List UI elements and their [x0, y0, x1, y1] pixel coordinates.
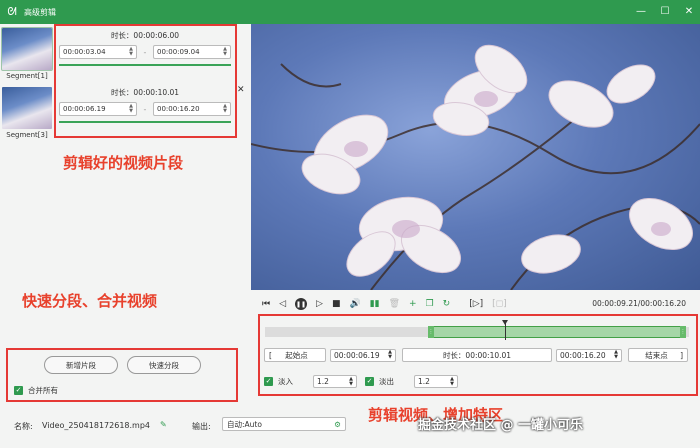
stop-icon[interactable]: ■ [332, 299, 341, 309]
flower-image [251, 44, 700, 290]
copy-icon[interactable]: ❐ [426, 299, 434, 309]
spinner-icon[interactable]: ▲ ▼ [349, 376, 353, 387]
segment-label: Segment[3] [6, 131, 48, 139]
fade-out-input[interactable]: 1.2 ▲ ▼ [414, 375, 458, 388]
video-preview[interactable] [251, 24, 700, 290]
skip-start-icon[interactable]: ⏮ [262, 299, 270, 309]
delete-icon[interactable]: 🗑 [389, 299, 400, 309]
close-icon[interactable]: ✕ [684, 7, 694, 17]
edit-icon[interactable]: ✎ [160, 420, 167, 429]
minimize-icon[interactable]: — [636, 7, 646, 17]
rabbit-icon: ᘛ [7, 5, 17, 18]
fade-in-input[interactable]: 1.2 ▲ ▼ [313, 375, 357, 388]
trim-duration: 时长：00:00:10.01 [402, 348, 552, 362]
end-point-button[interactable]: 结束点] [628, 348, 688, 362]
segment-label: Segment[1] [6, 72, 48, 80]
trim-end-handle[interactable]: ⋮ [680, 326, 686, 338]
add-icon[interactable]: + [409, 299, 417, 309]
fade-in-checkbox[interactable]: ✓ 淡入 [264, 376, 293, 387]
mark-out-icon[interactable]: [◻] [492, 299, 507, 309]
segment-item[interactable]: Segment[1] [1, 27, 53, 80]
check-icon: ✓ [14, 386, 23, 395]
name-label: 名称: [14, 422, 33, 431]
gear-icon[interactable]: ⚙ [334, 420, 341, 429]
volume-icon[interactable]: 🔊 [349, 299, 360, 309]
segment-thumbnail [2, 87, 52, 129]
trim-row: [起始点 00:00:06.19 ▲ ▼ 时长：00:00:10.01 00:00:… [264, 348, 688, 362]
window-controls: — ☐ ✕ [636, 0, 694, 24]
pause-icon[interactable]: ❚❚ [295, 298, 308, 310]
segment-list: Segment[1] Segment[3] [0, 24, 55, 144]
maximize-icon[interactable]: ☐ [660, 7, 670, 17]
annotation-text: 剪辑好的视频片段 [63, 154, 184, 172]
start-point-button[interactable]: [起始点 [264, 348, 326, 362]
add-segment-button[interactable]: 新增片段 [44, 356, 118, 374]
spinner-icon[interactable]: ▲ ▼ [614, 350, 618, 360]
window-title: 高级剪辑 [24, 7, 56, 17]
output-select[interactable]: 自动:Auto ⚙ [222, 417, 346, 431]
trim-start-handle[interactable]: ⋮ [428, 326, 434, 338]
trim-start-input[interactable]: 00:00:06.19 ▲ ▼ [330, 348, 396, 362]
segment-thumbnail [1, 27, 53, 71]
fade-out-checkbox[interactable]: ✓ 淡出 [365, 376, 394, 387]
reset-icon[interactable]: ↻ [443, 299, 451, 309]
quick-split-button[interactable]: 快速分段 [127, 356, 201, 374]
timeline[interactable]: ⋮ ⋮ [265, 320, 689, 342]
title-bar: ᘛ 高级剪辑 — ☐ ✕ [0, 0, 700, 24]
footer: 名称: Video_250418172618.mp4 ✎ 输出: 自动:Auto… [0, 412, 700, 448]
step-forward-icon[interactable]: ▷ [316, 299, 323, 309]
playhead[interactable] [502, 320, 508, 340]
annotation-text: 快速分段、合并视频 [22, 292, 158, 310]
check-icon: ✓ [264, 377, 273, 386]
file-name: Video_250418172618.mp4 [42, 421, 150, 430]
output-label: 输出: [192, 422, 211, 431]
spinner-icon[interactable]: ▲ ▼ [388, 350, 392, 360]
close-icon[interactable]: ✕ [237, 85, 245, 95]
annotation-box [54, 24, 237, 138]
playback-timecode: 00:00:09.21/00:00:16.20 [592, 299, 686, 308]
timeline-selection[interactable] [431, 326, 683, 338]
step-back-icon[interactable]: ◁ [279, 299, 286, 309]
merge-all-checkbox[interactable]: ✓ 合并所有 [14, 385, 58, 396]
fade-row: ✓ 淡入 1.2 ▲ ▼ ✓ 淡出 1.2 ▲ ▼ [264, 375, 458, 388]
mark-in-icon[interactable]: [▷] [469, 299, 483, 309]
trim-end-input[interactable]: 00:00:16.20 ▲ ▼ [556, 348, 622, 362]
split-icon[interactable]: ▮▮ [370, 299, 380, 309]
check-icon: ✓ [365, 377, 374, 386]
spinner-icon[interactable]: ▲ ▼ [450, 376, 454, 387]
watermark-text: 掘金技术社区 @ 一罐小可乐 [418, 418, 584, 433]
segment-item[interactable]: Segment[3] [2, 87, 52, 139]
